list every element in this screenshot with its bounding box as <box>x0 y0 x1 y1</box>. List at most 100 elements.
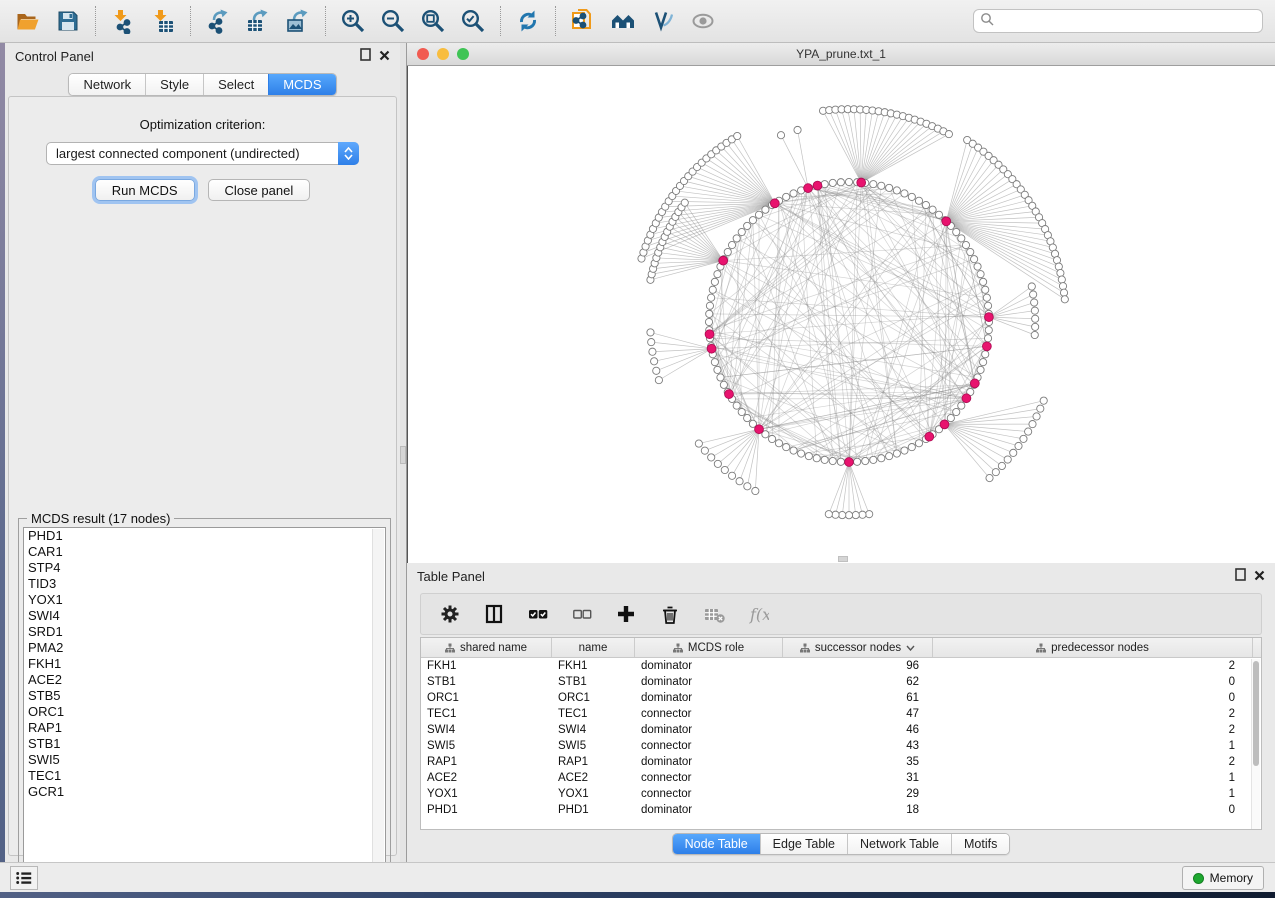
mcds-result-item[interactable]: FKH1 <box>24 656 385 672</box>
graph-node[interactable] <box>857 178 866 187</box>
graph-node[interactable] <box>940 420 949 429</box>
task-history-button[interactable] <box>10 866 38 890</box>
deselect-all-icon[interactable] <box>571 603 593 625</box>
graph-node[interactable] <box>651 358 658 365</box>
search-input[interactable] <box>994 14 1256 28</box>
table-scrollbar-track[interactable] <box>1251 659 1260 830</box>
graph-node[interactable] <box>958 235 965 242</box>
graph-node[interactable] <box>1031 307 1038 314</box>
graph-node[interactable] <box>728 241 735 248</box>
graph-node[interactable] <box>707 344 716 353</box>
mcds-result-item[interactable]: STB1 <box>24 736 385 752</box>
graph-node[interactable] <box>752 487 759 494</box>
graph-node[interactable] <box>805 453 812 460</box>
graph-node[interactable] <box>733 402 740 409</box>
vertical-splitter[interactable] <box>400 43 407 862</box>
graph-node[interactable] <box>915 197 922 204</box>
graph-node[interactable] <box>1004 456 1011 463</box>
graph-node[interactable] <box>984 302 991 309</box>
add-row-icon[interactable] <box>615 603 637 625</box>
graph-node[interactable] <box>845 512 852 519</box>
export-table-button[interactable] <box>238 3 278 39</box>
graph-node[interactable] <box>821 456 828 463</box>
graph-node[interactable] <box>709 286 716 293</box>
mcds-result-item[interactable]: TID3 <box>24 576 385 592</box>
graph-node[interactable] <box>980 278 987 285</box>
graph-node[interactable] <box>1061 296 1068 303</box>
mcds-result-item[interactable]: YOX1 <box>24 592 385 608</box>
graph-node[interactable] <box>893 450 900 457</box>
graph-node[interactable] <box>942 217 951 226</box>
delete-row-icon[interactable] <box>659 603 681 625</box>
graph-node[interactable] <box>977 366 984 373</box>
close-window-button[interactable] <box>417 48 429 60</box>
mcds-result-item[interactable]: ORC1 <box>24 704 385 720</box>
first-neighbors-button[interactable] <box>603 3 643 39</box>
memory-button[interactable]: Memory <box>1182 866 1264 890</box>
graph-node[interactable] <box>870 181 877 188</box>
graph-node[interactable] <box>1031 331 1038 338</box>
graph-node[interactable] <box>982 342 991 351</box>
graph-node[interactable] <box>681 199 688 206</box>
graph-node[interactable] <box>706 310 713 317</box>
graph-node[interactable] <box>744 222 751 229</box>
mcds-result-item[interactable]: ACE2 <box>24 672 385 688</box>
search-box[interactable] <box>973 9 1263 33</box>
graph-node[interactable] <box>1031 299 1038 306</box>
graph-node[interactable] <box>738 228 745 235</box>
graph-node[interactable] <box>1055 263 1062 270</box>
graph-node[interactable] <box>971 256 978 263</box>
column-header-name[interactable]: name <box>552 638 635 657</box>
table-row[interactable]: FKH1FKH1dominator962 <box>421 658 1261 674</box>
graph-node[interactable] <box>901 190 908 197</box>
close-table-panel-icon[interactable] <box>1254 569 1265 584</box>
graph-node[interactable] <box>982 286 989 293</box>
graph-node[interactable] <box>1020 435 1027 442</box>
graph-node[interactable] <box>1060 289 1067 296</box>
graph-node[interactable] <box>829 179 836 186</box>
table-row[interactable]: STB1STB1dominator620 <box>421 674 1261 690</box>
graph-node[interactable] <box>983 294 990 301</box>
refresh-button[interactable] <box>508 3 548 39</box>
table-row[interactable]: ACE2ACE2connector311 <box>421 770 1261 786</box>
network-canvas[interactable] <box>407 66 1275 563</box>
graph-node[interactable] <box>878 455 885 462</box>
column-header-predecessor-nodes[interactable]: predecessor nodes <box>933 638 1253 657</box>
mcds-result-item[interactable]: STB5 <box>24 688 385 704</box>
table-row[interactable]: SWI5SWI5connector431 <box>421 738 1261 754</box>
graph-node[interactable] <box>768 435 775 442</box>
graph-node[interactable] <box>783 444 790 451</box>
select-all-icon[interactable] <box>527 603 549 625</box>
tab-motifs[interactable]: Motifs <box>951 834 1009 854</box>
graph-node[interactable] <box>859 511 866 518</box>
table-row[interactable]: TEC1TEC1connector472 <box>421 706 1261 722</box>
graph-node[interactable] <box>908 193 915 200</box>
graph-node[interactable] <box>886 184 893 191</box>
graph-node[interactable] <box>922 201 929 208</box>
graph-node[interactable] <box>1010 449 1017 456</box>
graph-node[interactable] <box>725 390 734 399</box>
graph-node[interactable] <box>649 348 656 355</box>
graph-node[interactable] <box>648 338 655 345</box>
graph-node[interactable] <box>749 217 756 224</box>
zoom-fit-button[interactable] <box>413 3 453 39</box>
graph-node[interactable] <box>967 248 974 255</box>
graph-node[interactable] <box>738 408 745 415</box>
graph-node[interactable] <box>862 457 869 464</box>
import-table-button[interactable] <box>143 3 183 39</box>
zoom-in-button[interactable] <box>333 3 373 39</box>
graph-node[interactable] <box>708 454 715 461</box>
horizontal-splitter-grip[interactable] <box>838 556 848 562</box>
graph-node[interactable] <box>790 190 797 197</box>
settings-icon[interactable] <box>439 603 461 625</box>
graph-node[interactable] <box>1058 276 1065 283</box>
graph-node[interactable] <box>770 199 779 208</box>
graph-node[interactable] <box>1059 283 1066 290</box>
graph-node[interactable] <box>953 408 960 415</box>
graph-node[interactable] <box>1025 428 1032 435</box>
zoom-selected-button[interactable] <box>453 3 493 39</box>
graph-node[interactable] <box>953 228 960 235</box>
graph-node[interactable] <box>945 131 952 138</box>
graph-node[interactable] <box>701 447 708 454</box>
graph-node[interactable] <box>708 294 715 301</box>
